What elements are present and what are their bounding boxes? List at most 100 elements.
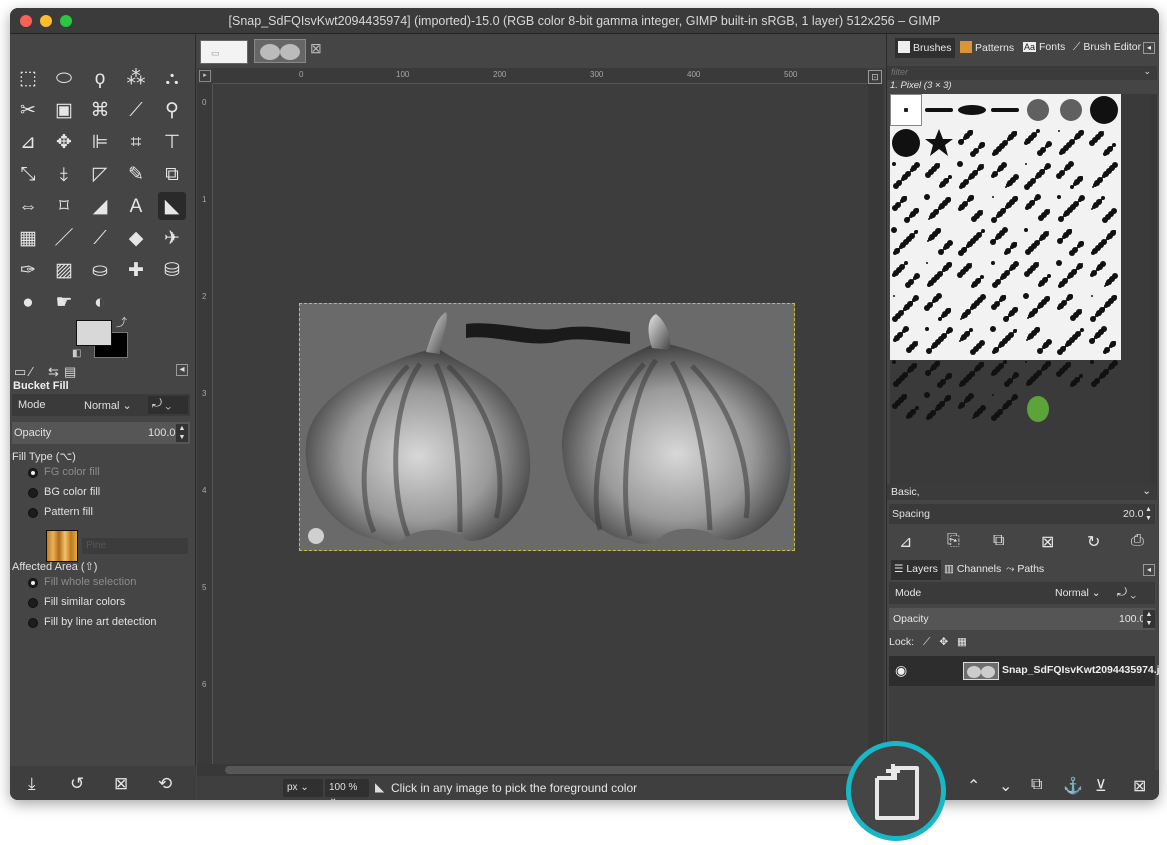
horizontal-ruler[interactable]: 0 100 200 300 400 500 bbox=[213, 68, 867, 84]
move-icon[interactable]: ✥ bbox=[50, 128, 78, 156]
fg-color-fill-label[interactable]: FG color fill bbox=[44, 466, 100, 478]
fill-line-art-label[interactable]: Fill by line art detection bbox=[44, 616, 157, 628]
brush-preview[interactable] bbox=[989, 391, 1021, 423]
brush-preview[interactable] bbox=[1088, 259, 1120, 291]
crop-icon[interactable]: ⌗ bbox=[122, 128, 150, 156]
brush-preview[interactable] bbox=[1022, 325, 1054, 357]
brush-preview[interactable] bbox=[1088, 193, 1120, 225]
brush-preview[interactable] bbox=[1022, 292, 1054, 324]
3d-transform-icon[interactable]: ⧉ bbox=[158, 160, 186, 188]
bg-color-fill-radio[interactable] bbox=[28, 488, 38, 498]
brush-preview[interactable] bbox=[956, 193, 988, 225]
brush-preview[interactable] bbox=[1022, 259, 1054, 291]
tab-paths[interactable]: ⤳ Paths bbox=[1003, 560, 1047, 580]
smudge-icon[interactable]: ◢ bbox=[86, 192, 114, 220]
images-tab-icon[interactable]: ▤ bbox=[64, 364, 76, 380]
bucket-fill-icon[interactable]: ◣ bbox=[158, 192, 186, 220]
brush-preview[interactable] bbox=[956, 127, 988, 159]
lower-layer-icon[interactable]: ⌄ bbox=[999, 776, 1012, 796]
unit-select[interactable]: px ⌄ bbox=[283, 779, 323, 797]
spacing-spin-icon[interactable]: ▲ ▼ bbox=[1145, 505, 1152, 523]
zoom-select[interactable]: 100 % ⌄ bbox=[325, 779, 369, 800]
layer-name[interactable]: Snap_SdFQIsvKwt2094435974.jpg bbox=[1002, 664, 1159, 676]
brush-preview[interactable] bbox=[1022, 127, 1054, 159]
default-colors-icon[interactable]: ◧ bbox=[72, 348, 81, 359]
duplicate-brush-icon[interactable]: ⧉ bbox=[993, 532, 1004, 550]
brush-preview[interactable] bbox=[1088, 292, 1120, 324]
image-tab-2[interactable] bbox=[254, 39, 306, 63]
airbrush-icon[interactable]: ✈ bbox=[158, 224, 186, 252]
fuzzy-select-icon[interactable]: ⁂ bbox=[122, 64, 150, 92]
opacity-value[interactable]: 100.0 bbox=[148, 427, 176, 439]
brush-preview[interactable] bbox=[1022, 391, 1054, 423]
brush-preview[interactable] bbox=[956, 94, 988, 126]
paintbrush-icon[interactable]: ⟋ bbox=[86, 224, 114, 252]
configure-dock-icon[interactable]: ◂ bbox=[1143, 42, 1155, 54]
brush-preview[interactable] bbox=[1055, 160, 1087, 192]
dodge-burn-icon[interactable]: ◐ bbox=[86, 288, 114, 316]
edit-brush-icon[interactable]: ⊿ bbox=[899, 532, 912, 552]
merge-layer-icon[interactable]: ⊻ bbox=[1095, 776, 1107, 796]
brush-preview[interactable] bbox=[1055, 94, 1087, 126]
color-picker-icon[interactable]: ⟋ bbox=[122, 96, 150, 124]
tab-fonts[interactable]: Aa Fonts bbox=[1020, 38, 1068, 58]
new-layer-callout[interactable] bbox=[846, 741, 946, 841]
gradient-icon[interactable]: ▦ bbox=[14, 224, 42, 252]
delete-brush-icon[interactable]: ⊠ bbox=[1041, 532, 1054, 552]
eraser-icon[interactable]: ◆ bbox=[122, 224, 150, 252]
brush-preview[interactable] bbox=[1088, 325, 1120, 357]
brush-preview[interactable] bbox=[1055, 358, 1087, 390]
brush-preview[interactable] bbox=[989, 358, 1021, 390]
brush-preview[interactable] bbox=[989, 127, 1021, 159]
brush-preview[interactable] bbox=[923, 226, 955, 258]
shear-icon[interactable]: ⤈ bbox=[50, 160, 78, 188]
tab-layers[interactable]: ☰ Layers bbox=[891, 560, 941, 580]
paths-icon[interactable]: ⌘ bbox=[86, 96, 114, 124]
brush-scrollbar[interactable] bbox=[1151, 94, 1157, 484]
anchor-layer-icon[interactable]: ⚓ bbox=[1063, 776, 1083, 796]
brush-preview[interactable] bbox=[956, 358, 988, 390]
image-canvas[interactable] bbox=[299, 303, 795, 551]
brush-preview[interactable] bbox=[989, 160, 1021, 192]
brush-preview[interactable] bbox=[890, 391, 922, 423]
brush-preview[interactable] bbox=[1055, 259, 1087, 291]
foreground-select-icon[interactable]: ▣ bbox=[50, 96, 78, 124]
fill-whole-selection-radio[interactable] bbox=[28, 578, 38, 588]
delete-options-icon[interactable]: ⊠ bbox=[114, 774, 128, 794]
layer-opacity-value[interactable]: 100.0 bbox=[1119, 613, 1145, 625]
brush-preview[interactable] bbox=[923, 259, 955, 291]
brush-preview[interactable] bbox=[923, 193, 955, 225]
text-icon[interactable]: A bbox=[122, 192, 150, 220]
brush-preview[interactable] bbox=[1088, 94, 1120, 126]
brush-preset-select[interactable]: Basic, ⌄ bbox=[887, 484, 1157, 500]
brush-preview[interactable] bbox=[923, 358, 955, 390]
mode-switch-button[interactable]: ⤾ ⌄ bbox=[148, 396, 188, 414]
brush-preview[interactable] bbox=[923, 160, 955, 192]
flip-icon[interactable]: ⇔ bbox=[14, 192, 42, 220]
configure-layers-icon[interactable]: ◂ bbox=[1143, 564, 1155, 576]
brush-preview[interactable] bbox=[1088, 358, 1120, 390]
layer-mode-switch-icon[interactable]: ⤾ ⌄ bbox=[1117, 585, 1136, 600]
brush-preview[interactable] bbox=[890, 160, 922, 192]
new-brush-icon[interactable]: ⎘ bbox=[947, 532, 960, 550]
brush-filter-input[interactable]: filter ⌄ bbox=[887, 66, 1157, 80]
spacing-value[interactable]: 20.0 bbox=[1123, 508, 1143, 520]
lock-pixels-icon[interactable]: ⟋ bbox=[923, 636, 930, 648]
brush-preview[interactable] bbox=[923, 292, 955, 324]
bg-color-fill-label[interactable]: BG color fill bbox=[44, 486, 100, 498]
open-brush-icon[interactable]: ⎙ bbox=[1131, 532, 1144, 550]
foreground-color-swatch[interactable] bbox=[76, 320, 112, 346]
brush-preview[interactable] bbox=[923, 325, 955, 357]
clone-icon[interactable]: ⛀ bbox=[86, 256, 114, 284]
layer-item[interactable]: ◉ Snap_SdFQIsvKwt2094435974.jpg bbox=[889, 656, 1159, 686]
tab-brushes[interactable]: Brushes bbox=[895, 38, 955, 58]
brush-preview[interactable] bbox=[956, 391, 988, 423]
quick-mask-toggle-icon[interactable]: ▸ bbox=[199, 70, 211, 82]
rect-select-icon[interactable]: ⬚ bbox=[14, 64, 42, 92]
brush-preview[interactable] bbox=[923, 94, 955, 126]
swap-colors-icon[interactable]: ⤴ bbox=[116, 314, 127, 330]
brush-preview[interactable] bbox=[890, 292, 922, 324]
delete-layer-icon[interactable]: ⊠ bbox=[1133, 776, 1146, 796]
brush-preview[interactable] bbox=[1022, 226, 1054, 258]
vertical-ruler[interactable]: 0 1 2 3 4 5 6 bbox=[197, 84, 213, 764]
